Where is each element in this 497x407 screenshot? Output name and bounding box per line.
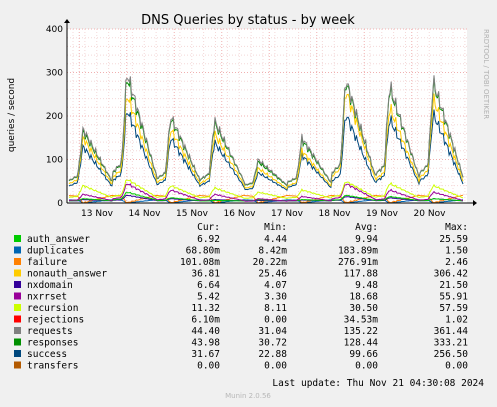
legend-cur-success: 31.67: [191, 349, 220, 360]
legend-min-requests: 31.04: [258, 326, 287, 337]
legend-avg-requests: 135.22: [344, 326, 378, 337]
x-tick-label: 17 Nov: [271, 209, 304, 219]
legend-max-failure: 2.46: [445, 257, 468, 268]
legend-cur-duplicates: 68.80m: [186, 246, 221, 257]
legend-max-transfers: 0.00: [445, 361, 468, 372]
legend-label-rejections: rejections: [27, 315, 84, 326]
x-tick-label: 16 Nov: [224, 209, 257, 219]
legend-min-nxrrset: 3.30: [264, 292, 287, 303]
legend-max-requests: 361.44: [434, 326, 469, 337]
y-axis-label: queries / second: [7, 78, 17, 152]
y-tick-label: 200: [46, 112, 63, 122]
legend-min-success: 22.88: [258, 349, 287, 360]
legend-cur-transfers: 0.00: [197, 361, 220, 372]
legend-swatch-success: [14, 350, 21, 357]
x-axis-arrow: [473, 200, 477, 206]
legend-swatch-requests: [14, 327, 21, 334]
legend-avg-responses: 128.44: [344, 338, 379, 349]
y-tick-label: 400: [46, 25, 63, 35]
last-update: Last update: Thu Nov 21 04:30:08 2024: [272, 378, 484, 389]
x-tick-label: 13 Nov: [81, 209, 114, 219]
legend-label-auth_answer: auth_answer: [27, 234, 90, 245]
x-tick-label: 18 Nov: [319, 209, 352, 219]
legend-min-nonauth_answer: 25.46: [258, 269, 287, 280]
legend-cur-nxrrset: 5.42: [197, 292, 220, 303]
legend-label-nxrrset: nxrrset: [27, 292, 67, 303]
legend-label-responses: responses: [27, 338, 78, 349]
legend-swatch-responses: [14, 338, 21, 346]
legend-swatch-failure: [14, 258, 21, 265]
legend-max-nonauth_answer: 306.42: [434, 269, 468, 280]
legend-cur-auth_answer: 6.92: [197, 234, 220, 245]
legend-min-rejections: 0.00: [264, 315, 287, 326]
legend-cur-failure: 101.08m: [180, 257, 220, 268]
legend-max-nxdomain: 21.50: [439, 280, 468, 291]
legend-min-auth_answer: 4.44: [264, 234, 287, 245]
legend-cur-nxdomain: 6.64: [197, 280, 220, 291]
y-tick-label: 300: [46, 69, 63, 79]
legend-min-recursion: 8.11: [264, 303, 287, 314]
legend-label-success: success: [27, 349, 67, 360]
legend-swatch-rejections: [14, 315, 21, 323]
legend-avg-failure: 276.91m: [338, 257, 378, 268]
legend-min-failure: 20.22m: [253, 257, 288, 268]
legend-label-duplicates: duplicates: [27, 246, 84, 257]
legend: Cur: Min: Avg: Max: auth_answer 6.92 4.44 9…: [14, 222, 468, 372]
legend-swatch-auth_answer: [14, 235, 21, 242]
legend-swatch-recursion: [14, 304, 21, 311]
legend-avg-success: 99.66: [349, 349, 378, 360]
legend-col-min: Min:: [264, 222, 287, 233]
chart-title: DNS Queries by status - by week: [141, 13, 355, 28]
legend-min-responses: 30.72: [258, 338, 287, 349]
legend-max-responses: 333.21: [434, 338, 469, 349]
legend-avg-duplicates: 183.89m: [338, 246, 378, 257]
watermark: RRDTOOL / TOBI OETIKER: [482, 29, 490, 119]
legend-col-avg: Avg:: [355, 222, 378, 233]
legend-label-recursion: recursion: [27, 303, 78, 314]
y-axis-arrow: [64, 19, 70, 23]
legend-avg-auth_answer: 9.94: [355, 234, 378, 245]
legend-avg-nxrrset: 18.68: [349, 292, 378, 303]
legend-swatch-nonauth_answer: [14, 269, 21, 277]
legend-max-recursion: 57.59: [439, 303, 468, 314]
legend-cur-recursion: 11.32: [191, 303, 220, 314]
x-tick-label: 15 Nov: [176, 209, 209, 219]
legend-max-nxrrset: 55.91: [439, 292, 468, 303]
legend-col-cur: Cur:: [197, 222, 220, 233]
legend-cur-requests: 44.40: [191, 326, 220, 337]
legend-avg-nxdomain: 9.48: [355, 280, 378, 291]
legend-cur-nonauth_answer: 36.81: [191, 269, 220, 280]
legend-swatch-nxrrset: [14, 292, 21, 300]
legend-avg-rejections: 34.53m: [344, 315, 379, 326]
y-tick-label: 0: [57, 199, 63, 209]
x-tick-label: 14 Nov: [129, 209, 162, 219]
chart-root: DNS Queries by status - by week queries …: [0, 0, 497, 407]
legend-max-auth_answer: 25.59: [439, 234, 468, 245]
legend-cur-responses: 43.98: [191, 338, 220, 349]
y-tick-label: 100: [46, 156, 63, 166]
legend-avg-transfers: 0.00: [355, 361, 378, 372]
legend-min-transfers: 0.00: [264, 361, 287, 372]
legend-label-failure: failure: [27, 257, 67, 268]
x-tick-label: 19 Nov: [366, 209, 399, 219]
legend-swatch-nxdomain: [14, 281, 21, 288]
legend-max-duplicates: 1.50: [445, 246, 468, 257]
legend-min-duplicates: 8.42m: [258, 246, 287, 257]
chart-canvas: DNS Queries by status - by week queries …: [7, 13, 490, 400]
legend-label-nxdomain: nxdomain: [27, 280, 73, 291]
legend-max-success: 256.50: [434, 349, 469, 360]
munin-credit: Munin 2.0.56: [225, 392, 271, 400]
legend-col-max: Max:: [445, 222, 468, 233]
legend-swatch-duplicates: [14, 246, 21, 254]
legend-label-transfers: transfers: [27, 361, 78, 372]
legend-max-rejections: 1.02: [445, 315, 468, 326]
legend-swatch-transfers: [14, 361, 21, 369]
legend-avg-recursion: 30.50: [349, 303, 378, 314]
legend-min-nxdomain: 4.07: [264, 280, 287, 291]
legend-label-nonauth_answer: nonauth_answer: [27, 269, 107, 280]
legend-label-requests: requests: [27, 326, 73, 337]
legend-avg-nonauth_answer: 117.88: [344, 269, 379, 280]
x-tick-label: 20 Nov: [414, 209, 447, 219]
legend-cur-rejections: 6.10m: [191, 315, 220, 326]
